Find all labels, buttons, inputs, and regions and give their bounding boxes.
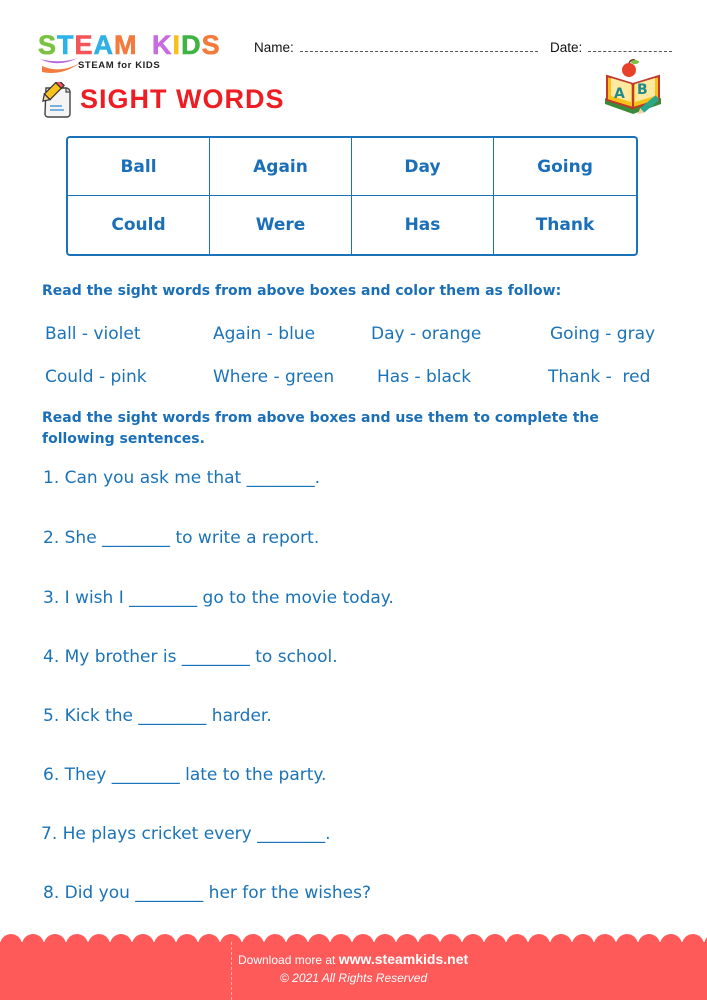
sentence-item: 4. My brother is ________ to school. [43,647,338,667]
logo-letter: S [201,30,221,61]
color-assignment: Going - gray [550,324,656,344]
name-label: Name: [254,40,294,55]
word-cell[interactable]: Day [352,138,494,196]
date-blank-line[interactable] [588,41,673,52]
date-label: Date: [550,40,583,55]
sentence-item: 6. They ________ late to the party. [43,765,327,785]
svg-text:A: A [614,86,625,102]
ab-book-apple-icon: A B [605,59,661,115]
color-assignment: Day - orange [371,324,482,344]
logo-letter: K [152,30,173,61]
name-field[interactable]: Name: [254,40,538,55]
footer-copyright: © 2021 All Rights Reserved [280,971,428,985]
pencil-paper-icon [42,82,71,118]
sentence-item: 3. I wish I ________ go to the movie tod… [43,588,394,608]
sentence-item: 8. Did you ________ her for the wishes? [43,883,371,903]
sight-words-table: Ball Again Day Going Could Were Has Thank [66,136,638,256]
logo-letter [138,30,147,60]
steam-kids-logo: STEAM KIDS STEAM for KIDS [38,30,238,74]
word-cell[interactable]: Ball [68,138,210,196]
logo-swoosh-icon [40,58,80,73]
color-assignment: Ball - violet [45,324,141,344]
color-assignment: Again - blue [213,324,316,344]
footer-download-prefix: Download more at [238,953,336,967]
logo-letter: I [172,30,182,61]
logo-letter: A [93,30,115,61]
sentence-item: 1. Can you ask me that ________. [43,468,321,488]
color-assignment: Where - green [213,367,335,387]
footer-site-link[interactable]: www.steamkids.net [339,951,468,967]
word-cell[interactable]: Could [68,196,210,254]
sentence-item: 5. Kick the ________ harder. [43,706,272,726]
date-field[interactable]: Date: [550,40,673,55]
word-cell[interactable]: Again [210,138,352,196]
color-assignment: Could - pink [45,367,147,387]
logo-letter: M [114,30,138,61]
page-title: SIGHT WORDS [80,84,285,114]
color-instruction: Read the sight words from above boxes an… [42,283,562,299]
logo-letter: D [181,30,202,61]
word-cell[interactable]: Thank [494,196,636,254]
footer-divider [231,942,232,1000]
name-blank-line[interactable] [299,41,538,52]
word-cell[interactable]: Going [494,138,636,196]
sentence-item: 2. She ________ to write a report. [43,528,320,548]
sentence-item: 7. He plays cricket every ________. [41,824,331,844]
color-assignment: Has - black [377,367,472,387]
color-assignment: Thank - red [548,367,651,387]
word-cell[interactable]: Were [210,196,352,254]
footer-download-text: Download more at www.steamkids.net [238,951,468,967]
sentence-instruction: Read the sight words from above boxes an… [42,410,599,447]
svg-text:B: B [637,82,648,98]
word-cell[interactable]: Has [352,196,494,254]
logo-subtitle: STEAM for KIDS [78,60,161,71]
